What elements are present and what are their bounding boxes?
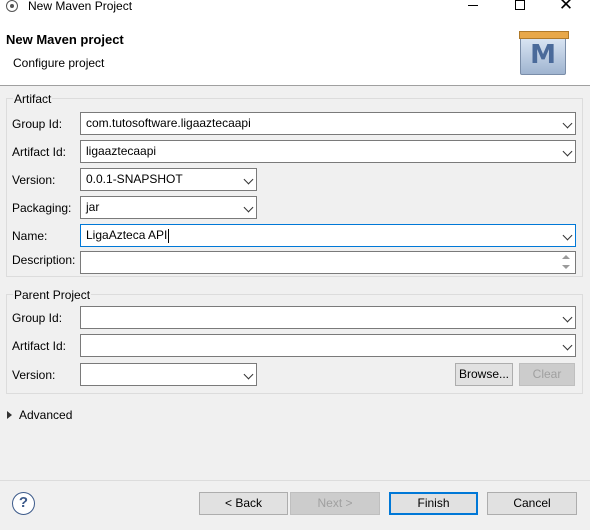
group-id-label: Group Id: bbox=[12, 117, 63, 131]
packaging-label: Packaging: bbox=[12, 201, 72, 215]
cancel-button[interactable]: Cancel bbox=[487, 492, 577, 515]
scroll-up-icon[interactable] bbox=[562, 255, 570, 259]
artifact-id-value: ligaaztecaapi bbox=[86, 144, 157, 158]
scroll-down-icon[interactable] bbox=[562, 265, 570, 269]
chevron-down-icon[interactable] bbox=[562, 230, 573, 241]
chevron-down-icon[interactable] bbox=[562, 340, 573, 351]
browse-button[interactable]: Browse... bbox=[455, 363, 513, 386]
next-button[interactable]: Next > bbox=[290, 492, 380, 515]
description-label: Description: bbox=[12, 253, 76, 267]
eclipse-icon bbox=[6, 0, 18, 12]
version-value: 0.0.1-SNAPSHOT bbox=[86, 172, 183, 186]
back-button[interactable]: < Back bbox=[199, 492, 288, 515]
clear-button[interactable]: Clear bbox=[519, 363, 575, 386]
help-icon[interactable]: ? bbox=[12, 492, 35, 515]
group-id-value: com.tutosoftware.ligaaztecaapi bbox=[86, 116, 251, 130]
advanced-label: Advanced bbox=[19, 408, 73, 422]
chevron-down-icon[interactable] bbox=[243, 174, 254, 185]
name-value: LigaAzteca API bbox=[86, 228, 168, 242]
text-caret bbox=[168, 228, 170, 243]
name-combo[interactable]: LigaAzteca API bbox=[80, 224, 576, 247]
maven-logo-icon: M bbox=[519, 31, 569, 75]
parent-version-combo[interactable] bbox=[80, 363, 257, 386]
packaging-value: jar bbox=[86, 200, 100, 214]
parent-project-legend: Parent Project bbox=[13, 288, 92, 302]
description-field[interactable] bbox=[80, 251, 576, 274]
version-label: Version: bbox=[12, 173, 56, 187]
chevron-down-icon[interactable] bbox=[562, 146, 573, 157]
parent-group-id-label: Group Id: bbox=[12, 311, 63, 325]
window-titlebar: New Maven Project ✕ bbox=[0, 0, 590, 16]
finish-button[interactable]: Finish bbox=[389, 492, 478, 515]
parent-group-id-combo[interactable] bbox=[80, 306, 576, 329]
close-icon[interactable]: ✕ bbox=[551, 0, 581, 15]
parent-artifact-id-label: Artifact Id: bbox=[12, 339, 67, 353]
chevron-down-icon[interactable] bbox=[562, 312, 573, 323]
wizard-header: New Maven project Configure project M bbox=[0, 16, 590, 86]
name-label: Name: bbox=[12, 229, 48, 243]
chevron-down-icon[interactable] bbox=[562, 118, 573, 129]
group-id-combo[interactable]: com.tutosoftware.ligaaztecaapi bbox=[80, 112, 576, 135]
artifact-id-combo[interactable]: ligaaztecaapi bbox=[80, 140, 576, 163]
page-title: New Maven project bbox=[6, 32, 124, 47]
maximize-icon[interactable] bbox=[505, 0, 535, 16]
artifact-id-label: Artifact Id: bbox=[12, 145, 67, 159]
expand-triangle-icon[interactable] bbox=[7, 411, 12, 419]
window-title: New Maven Project bbox=[28, 0, 133, 13]
packaging-combo[interactable]: jar bbox=[80, 196, 257, 219]
page-subtitle: Configure project bbox=[13, 56, 105, 70]
parent-version-label: Version: bbox=[12, 368, 56, 382]
footer-divider bbox=[0, 480, 590, 481]
minimize-icon[interactable] bbox=[458, 0, 488, 16]
version-combo[interactable]: 0.0.1-SNAPSHOT bbox=[80, 168, 257, 191]
parent-artifact-id-combo[interactable] bbox=[80, 334, 576, 357]
artifact-legend: Artifact bbox=[13, 92, 53, 106]
chevron-down-icon[interactable] bbox=[243, 369, 254, 380]
chevron-down-icon[interactable] bbox=[243, 202, 254, 213]
